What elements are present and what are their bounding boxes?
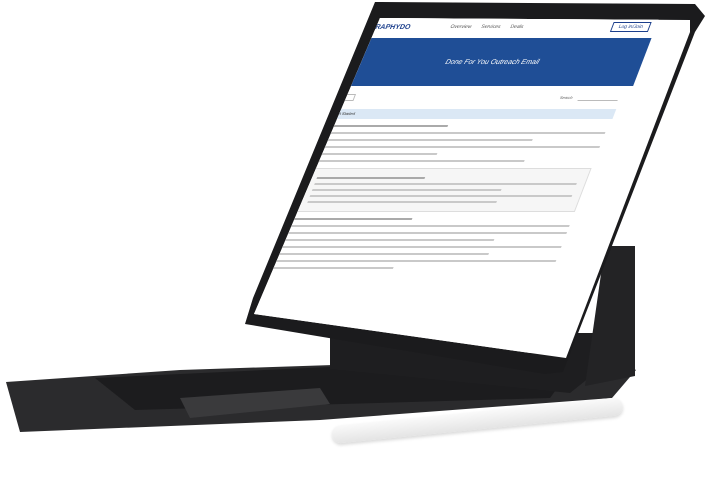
nav-link-deals[interactable]: Deals [509, 24, 524, 30]
text-line [327, 125, 449, 127]
text-line [313, 160, 525, 162]
site-nav: ★ GRAPHYDO Overview Services Deals Log i… [351, 18, 660, 38]
page-title: Done For You Outreach Email [444, 58, 541, 66]
list-toolbar: Search [327, 86, 634, 103]
text-line [324, 132, 606, 134]
content-box [294, 168, 592, 212]
text-line [286, 232, 568, 234]
text-line [307, 201, 497, 203]
search-label: Search [559, 95, 574, 100]
login-button[interactable]: Log in/Join [609, 22, 652, 32]
nav-link-services[interactable]: Services [480, 24, 501, 30]
text-line [291, 218, 413, 220]
text-line [309, 195, 573, 197]
text-line [316, 177, 426, 179]
page-banner: Done For You Outreach Email [333, 38, 652, 86]
text-line [319, 146, 601, 148]
search-input[interactable] [577, 94, 621, 101]
text-line [278, 253, 490, 255]
text-line [283, 239, 495, 241]
text-line [289, 225, 570, 227]
text-line [311, 189, 502, 191]
nav-links: Overview Services Deals [449, 24, 524, 30]
text-line [316, 153, 438, 155]
text-line [314, 183, 577, 185]
text-line [272, 267, 394, 269]
text-line [322, 139, 533, 141]
text-line [280, 246, 562, 248]
text-line [275, 260, 557, 262]
category-row[interactable]: Get Started [328, 109, 617, 119]
product-mockup: ★ GRAPHYDO Overview Services Deals Log i… [0, 0, 706, 504]
nav-link-overview[interactable]: Overview [449, 24, 472, 30]
